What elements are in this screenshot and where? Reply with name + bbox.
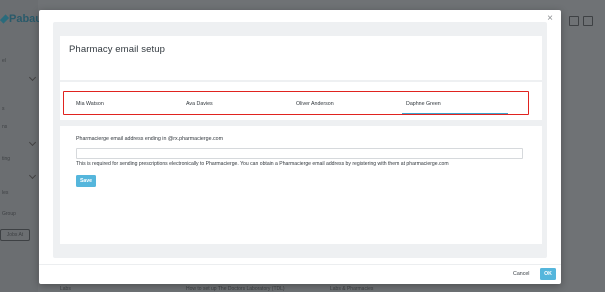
background-logo: Pabau — [0, 12, 42, 26]
logo-icon — [0, 14, 10, 24]
background-right-toolbar — [561, 0, 605, 292]
background-bottom-list: Labs How to set up The Doctors Laborator… — [40, 286, 560, 292]
chevron-down-icon — [28, 171, 37, 180]
background-side-item: ns — [2, 124, 8, 130]
email-field-label: Pharmacierge email address ending in @rx… — [76, 136, 223, 142]
grid-icon — [583, 16, 593, 26]
background-side-item: les — [2, 190, 9, 196]
tab-oliver-anderson[interactable]: Oliver Anderson — [296, 101, 334, 111]
help-text: This is required for sending prescriptio… — [76, 161, 449, 167]
background-side-item: s — [2, 106, 5, 112]
footer-divider — [39, 264, 561, 265]
tab-ava-davies[interactable]: Ava Davies — [186, 101, 213, 111]
background-side-item: el — [2, 58, 6, 64]
background-sidebar: Pabau el s ns ting les Group Jobs At — [0, 0, 42, 292]
background-side-button: Jobs At — [0, 229, 30, 241]
modal-content-area: Pharmacy email setup Mia Watson Ava Davi… — [53, 22, 547, 258]
cancel-button[interactable]: Cancel — [513, 270, 530, 278]
form-card — [60, 126, 542, 244]
page-title: Pharmacy email setup — [69, 44, 165, 55]
ok-button[interactable]: OK — [540, 268, 556, 280]
tab-daphne-green[interactable]: Daphne Green — [406, 101, 441, 111]
logo-text: Pabau — [8, 13, 42, 25]
background-side-item: ting — [2, 156, 11, 162]
calendar-icon — [569, 16, 579, 26]
background-side-item: Group — [2, 211, 16, 217]
tab-mia-watson[interactable]: Mia Watson — [76, 101, 104, 111]
chevron-down-icon — [28, 138, 37, 147]
background-bottom-item: How to set up The Doctors Laboratory (TD… — [186, 286, 285, 292]
background-bottom-item: Labs — [60, 286, 71, 292]
save-button[interactable]: Save — [76, 175, 96, 187]
active-tab-indicator — [402, 113, 508, 114]
header-card — [60, 36, 542, 80]
background-bottom-item: Labs & Pharmacies — [330, 286, 374, 292]
email-field[interactable] — [76, 148, 523, 159]
chevron-down-icon — [28, 73, 37, 82]
pharmacy-email-modal: × Pharmacy email setup Mia Watson Ava Da… — [39, 10, 561, 284]
